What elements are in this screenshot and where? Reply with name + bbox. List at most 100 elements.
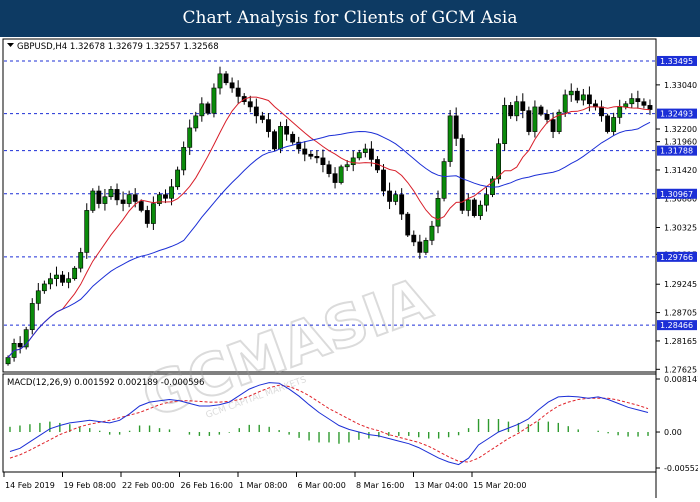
price-y-tick-label: 1.27625 bbox=[664, 365, 697, 374]
candle-up bbox=[338, 166, 344, 183]
candle-down bbox=[229, 82, 235, 89]
candle-up bbox=[48, 278, 53, 285]
candle-down bbox=[550, 119, 556, 132]
candle-up bbox=[175, 169, 181, 188]
candle-up bbox=[54, 274, 59, 280]
candle-down bbox=[132, 194, 138, 202]
candle-up bbox=[532, 106, 538, 132]
candle-down bbox=[641, 101, 647, 106]
candle-up bbox=[496, 143, 501, 180]
candle-down bbox=[411, 234, 417, 243]
price-y-tick-label: 1.30325 bbox=[664, 223, 697, 232]
candle-up bbox=[502, 105, 508, 145]
candle-down bbox=[302, 148, 308, 155]
level-label: 1.28466 bbox=[660, 321, 693, 330]
candle-up bbox=[90, 190, 96, 211]
candle-up bbox=[623, 103, 629, 108]
candle-up bbox=[362, 148, 368, 153]
candle-up bbox=[29, 303, 35, 330]
candle-down bbox=[332, 173, 338, 183]
candle-down bbox=[574, 90, 580, 101]
x-tick-label: 19 Feb 08:00 bbox=[64, 481, 116, 490]
candle-up bbox=[423, 240, 429, 253]
candle-down bbox=[138, 201, 144, 211]
candle-down bbox=[96, 190, 102, 204]
level-label: 1.31788 bbox=[660, 147, 693, 156]
candle-down bbox=[163, 194, 168, 199]
candle-up bbox=[211, 87, 217, 114]
price-y-tick-label: 1.31420 bbox=[664, 166, 697, 175]
page-title: Chart Analysis for Clients of GCM Asia bbox=[182, 8, 518, 28]
candle-down bbox=[235, 87, 241, 97]
candle-down bbox=[520, 101, 526, 111]
x-tick-label: 26 Feb 16:00 bbox=[181, 481, 233, 490]
candle-up bbox=[435, 198, 441, 227]
price-y-tick-label: 1.28165 bbox=[664, 337, 697, 346]
price-y-tick-label: 1.32200 bbox=[664, 125, 697, 134]
candle-up bbox=[393, 194, 399, 202]
candle-up bbox=[429, 225, 435, 241]
candle-up bbox=[150, 203, 156, 224]
candle-down bbox=[290, 133, 296, 143]
level-label: 1.29766 bbox=[660, 253, 693, 262]
candle-down bbox=[381, 169, 386, 192]
macd-y-ticks: 0.008147 0.00 -0.005528 bbox=[656, 375, 700, 473]
candle-up bbox=[66, 278, 72, 283]
price-y-tick-label: 1.31960 bbox=[664, 138, 697, 147]
price-y-tick-label: 1.28705 bbox=[664, 309, 697, 318]
candle-down bbox=[453, 115, 459, 139]
x-tick-label: 15 Mar 20:00 bbox=[473, 481, 526, 490]
candle-down bbox=[538, 106, 544, 115]
candle-up bbox=[447, 115, 453, 162]
candle-up bbox=[41, 283, 47, 292]
candle-down bbox=[526, 110, 532, 132]
candle-up bbox=[278, 126, 283, 150]
symbol-info: GBPUSD,H4 1.32678 1.32679 1.32557 1.3256… bbox=[17, 42, 219, 52]
candle-up bbox=[35, 290, 41, 304]
candle-up bbox=[344, 164, 350, 168]
candle-down bbox=[253, 106, 259, 117]
candle-up bbox=[629, 98, 635, 105]
level-label: 1.33495 bbox=[660, 57, 693, 66]
candle-down bbox=[247, 101, 253, 108]
candle-up bbox=[217, 73, 223, 89]
level-label: 1.30967 bbox=[660, 190, 693, 199]
candle-down bbox=[471, 199, 477, 216]
candle-up bbox=[108, 189, 114, 198]
candle-down bbox=[114, 189, 120, 201]
candle-up bbox=[356, 152, 362, 159]
candle-down bbox=[405, 213, 411, 236]
candle-up bbox=[477, 204, 483, 216]
forex-chart[interactable]: GCMASIA GCM CAPITAL MARKETS GBPUSD,H4 1.… bbox=[2, 38, 700, 498]
candle-up bbox=[350, 157, 356, 166]
candle-up bbox=[441, 161, 447, 199]
candle-up bbox=[514, 101, 520, 117]
candle-down bbox=[320, 157, 326, 166]
candle-up bbox=[126, 194, 132, 204]
price-y-ticks: 1.330401.322001.319601.314201.308801.303… bbox=[656, 81, 697, 374]
candle-up bbox=[5, 357, 11, 365]
candle-down bbox=[508, 105, 514, 117]
candle-up bbox=[568, 90, 574, 96]
candle-down bbox=[417, 241, 423, 253]
candle-down bbox=[284, 126, 290, 135]
candle-up bbox=[199, 103, 205, 117]
macd-info: MACD(12,26,9) 0.001592 0.002189 -0.00059… bbox=[7, 378, 204, 388]
candle-up bbox=[562, 94, 568, 113]
candle-up bbox=[617, 106, 623, 118]
x-ticks: 14 Feb 2019 19 Feb 08:00 22 Feb 00:00 26 Fe… bbox=[3, 472, 526, 490]
candle-down bbox=[605, 115, 610, 132]
candle-down bbox=[326, 164, 332, 174]
x-tick-label: 6 Mar 00:00 bbox=[298, 481, 346, 490]
x-tick-label: 13 Mar 04:00 bbox=[415, 481, 468, 490]
candle-up bbox=[580, 94, 586, 101]
header-banner: Chart Analysis for Clients of GCM Asia bbox=[0, 0, 700, 37]
candle-down bbox=[399, 194, 405, 215]
candle-up bbox=[169, 186, 174, 199]
candle-down bbox=[308, 153, 314, 157]
candle-up bbox=[465, 199, 471, 211]
candle-down bbox=[368, 148, 374, 160]
level-label: 1.32493 bbox=[660, 110, 693, 119]
candle-down bbox=[387, 190, 392, 202]
candle-down bbox=[120, 199, 126, 204]
